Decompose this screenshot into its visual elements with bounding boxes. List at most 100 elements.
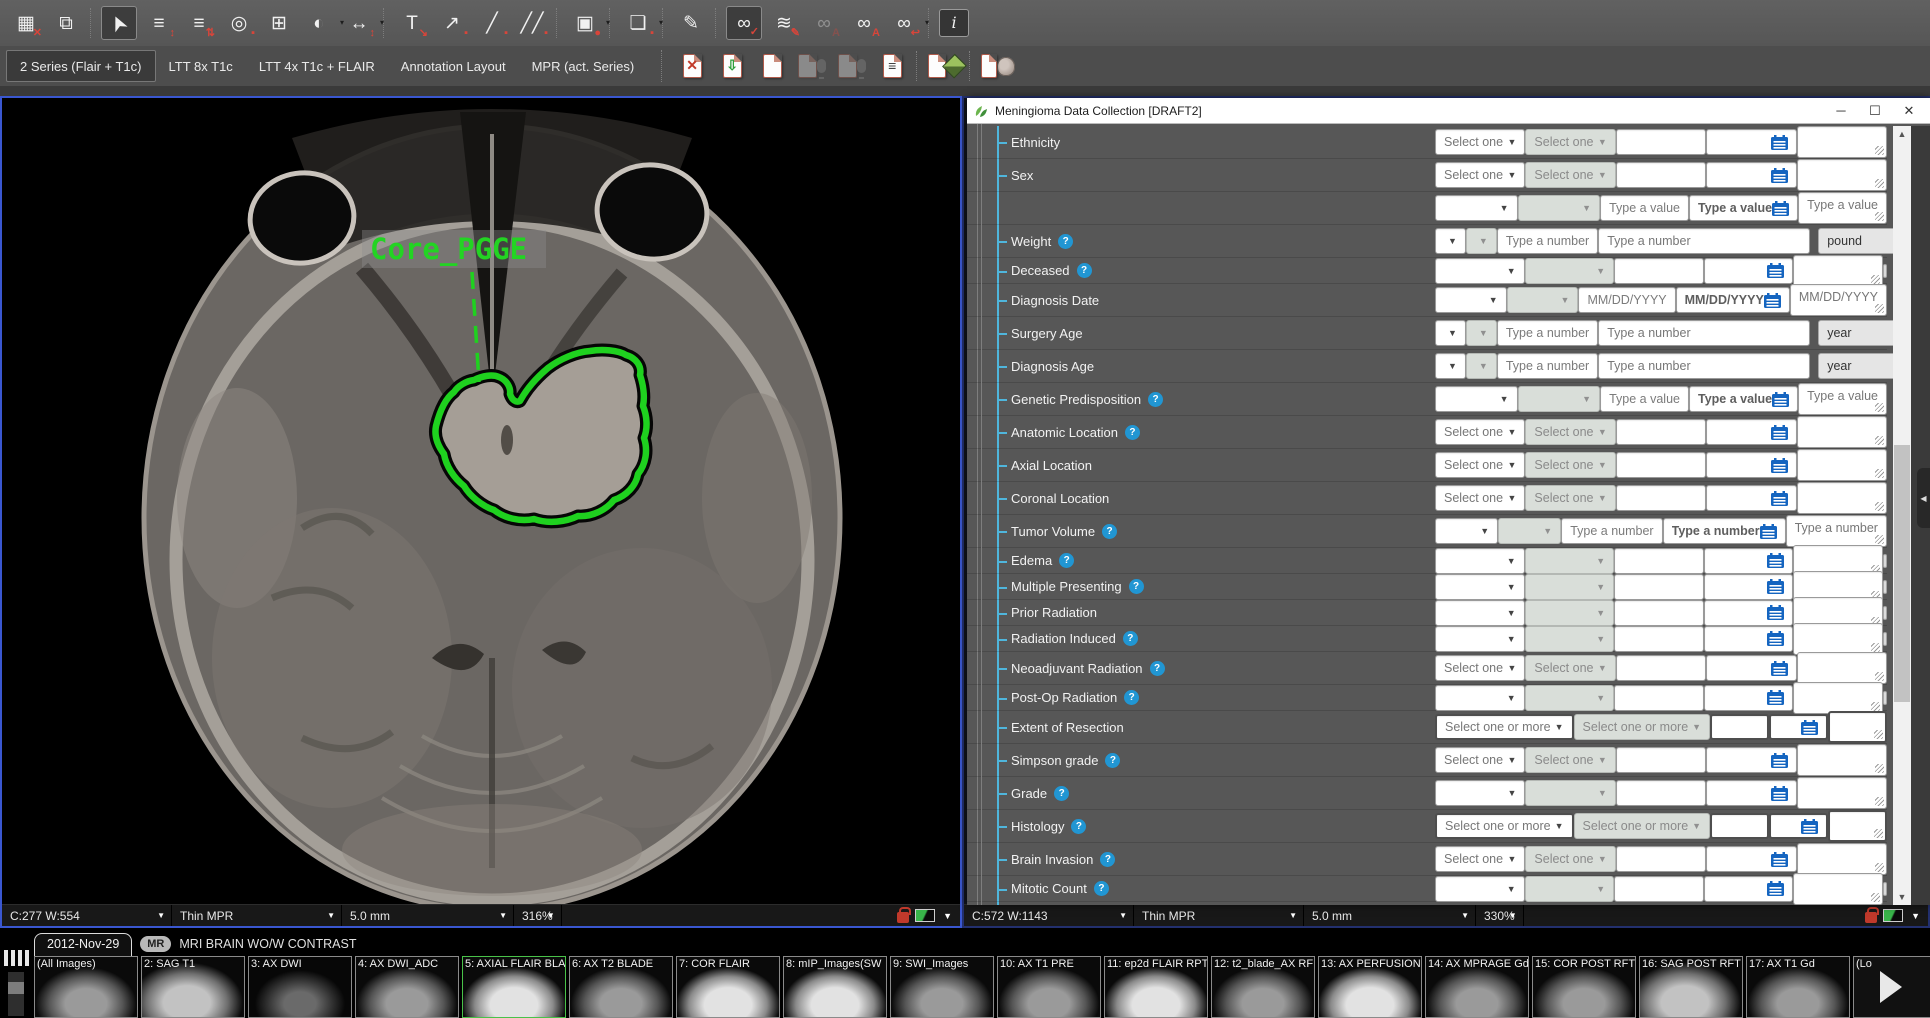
page-stack-tool[interactable]: ≡ ⇅	[181, 6, 217, 40]
text-input[interactable]	[1614, 258, 1704, 284]
select-field[interactable]: Select one▼	[1435, 419, 1525, 445]
calendar-icon[interactable]	[1801, 819, 1818, 834]
calendar-icon[interactable]	[1764, 293, 1781, 308]
help-icon[interactable]: ?	[1105, 753, 1120, 768]
calendar-icon[interactable]	[1767, 881, 1784, 896]
scroll-up-arrow[interactable]: ▲	[1893, 126, 1911, 142]
textarea-input[interactable]: Type a value	[1798, 383, 1887, 415]
pointer-tool[interactable]: ➤	[101, 6, 137, 40]
thumbnail-sag-t1[interactable]: 2: SAG T1	[141, 956, 245, 1018]
brain-icon[interactable]	[981, 50, 1015, 82]
info-button[interactable]: i	[939, 9, 969, 37]
checkbox[interactable]	[1883, 691, 1887, 705]
close-button[interactable]: ✕	[1892, 100, 1926, 122]
report-import-icon[interactable]: ⇩	[715, 50, 749, 82]
help-icon[interactable]: ?	[1094, 881, 1109, 896]
preset-caret-icon[interactable]: ▼	[943, 911, 952, 926]
calendar-icon[interactable]	[1771, 491, 1788, 506]
thumbnail-mip-images[interactable]: 8: mIP_Images(SW	[783, 956, 887, 1018]
resize-grip[interactable]	[1875, 403, 1884, 412]
form-scrollbar[interactable]: ▲ ▼	[1893, 126, 1911, 905]
calendar-icon[interactable]	[1767, 553, 1784, 568]
text-input[interactable]: Type a value	[1600, 386, 1689, 412]
series-scrollbar-thumb[interactable]	[8, 982, 24, 994]
date-input[interactable]	[1706, 780, 1796, 806]
date-input[interactable]	[1704, 626, 1794, 652]
render-mode[interactable]: Thin MPR ▼	[172, 905, 342, 926]
calendar-icon[interactable]	[1771, 786, 1788, 801]
text-input[interactable]	[1616, 780, 1706, 806]
date-input[interactable]	[1769, 714, 1828, 740]
help-icon[interactable]: ?	[1123, 631, 1138, 646]
help-icon[interactable]: ?	[1124, 690, 1139, 705]
calendar-icon[interactable]	[1771, 135, 1788, 150]
date-input[interactable]: Type a number	[1663, 518, 1786, 544]
select-field[interactable]: Select one▼	[1435, 846, 1525, 872]
resize-grip[interactable]	[1871, 275, 1880, 284]
thumbnail-t2-blade-ax[interactable]: 12: t2_blade_AX RF	[1211, 956, 1315, 1018]
textarea-input[interactable]	[1793, 682, 1883, 714]
package-icon[interactable]	[928, 50, 962, 82]
help-icon[interactable]: ?	[1054, 786, 1069, 801]
zoom-level[interactable]: 330% ▼	[1476, 905, 1524, 926]
help-icon[interactable]: ?	[1129, 579, 1144, 594]
select-field[interactable]: ▼	[1435, 876, 1525, 902]
textarea-input[interactable]	[1793, 255, 1883, 287]
resize-grip[interactable]	[1871, 893, 1880, 902]
multi-ruler-tool[interactable]: ╱╱ ▪	[514, 6, 550, 40]
resize-grip[interactable]	[1874, 730, 1883, 739]
thumbnail-swi-images[interactable]: 9: SWI_Images	[890, 956, 994, 1018]
calendar-icon[interactable]	[1767, 605, 1784, 620]
date-input[interactable]	[1704, 876, 1794, 902]
thumbnail-all-images[interactable]: (All Images)	[34, 956, 138, 1018]
textarea-input[interactable]	[1797, 482, 1887, 514]
thumbnail-sag-post-rft[interactable]: 16: SAG POST RFT	[1639, 956, 1743, 1018]
textarea-input[interactable]	[1797, 843, 1887, 875]
help-icon[interactable]: ?	[1059, 553, 1074, 568]
contour-label[interactable]: Core_PGGE	[370, 232, 527, 266]
select-field[interactable]: ▼	[1435, 685, 1525, 711]
resize-grip[interactable]	[1875, 764, 1884, 773]
localizer-tool[interactable]: ◎ ▪	[221, 6, 257, 40]
resize-grip[interactable]	[1875, 797, 1884, 806]
select-field[interactable]: Select one▼	[1435, 452, 1525, 478]
text-input[interactable]	[1616, 655, 1706, 681]
help-icon[interactable]: ?	[1058, 234, 1073, 249]
text-input[interactable]	[1616, 129, 1706, 155]
date-input[interactable]: Type a value	[1689, 386, 1798, 412]
window-level-readout[interactable]: C:277 W:554 ▼	[2, 905, 172, 926]
number-input[interactable]: Type a number	[1598, 228, 1810, 254]
window-level-tool[interactable]: ◐ ▾	[301, 6, 337, 40]
select-field[interactable]: ▼	[1435, 258, 1525, 284]
report-new-icon[interactable]	[755, 50, 789, 82]
pen-contour-tool[interactable]: ✎	[673, 6, 709, 40]
textarea-input[interactable]: MM/DD/YYYY	[1790, 284, 1887, 316]
report-reject-icon[interactable]: ✕	[675, 50, 709, 82]
textarea-input[interactable]	[1793, 623, 1883, 655]
calendar-icon[interactable]	[1767, 631, 1784, 646]
series-grid-close-icon[interactable]: ▦ ✕	[8, 6, 44, 40]
resize-grip[interactable]	[1875, 502, 1884, 511]
text-input[interactable]	[1616, 846, 1706, 872]
pan-zoom-tool[interactable]: ↔ ↕ ▾	[341, 6, 377, 40]
thumbnail-ax-t1-gd[interactable]: 17: AX T1 Gd	[1746, 956, 1850, 1018]
calendar-icon[interactable]	[1760, 524, 1777, 539]
date-input[interactable]	[1706, 419, 1796, 445]
select-field[interactable]: ▼	[1435, 320, 1466, 346]
thumbnail-ax-dwi-adc[interactable]: 4: AX DWI_ADC	[355, 956, 459, 1018]
select-field[interactable]: Select one▼	[1435, 747, 1525, 773]
contour-accept-tool[interactable]: ∞ ✓	[726, 6, 762, 40]
select-field[interactable]: ▼	[1435, 287, 1507, 313]
textarea-input[interactable]	[1797, 449, 1887, 481]
select-field[interactable]: Select one▼	[1435, 485, 1525, 511]
textarea-input[interactable]	[1797, 777, 1887, 809]
date-input[interactable]	[1769, 813, 1828, 839]
resize-grip[interactable]	[1871, 643, 1880, 652]
text-input[interactable]	[1616, 162, 1706, 188]
slice-thickness[interactable]: 5.0 mm ▼	[1304, 905, 1476, 926]
mpr-3d-tool[interactable]: ❏ ▪ ▾	[620, 6, 656, 40]
date-input[interactable]	[1706, 747, 1796, 773]
contour-revert-tool[interactable]: ∞ ↩ ▾	[886, 6, 922, 40]
textarea-input[interactable]	[1828, 711, 1887, 743]
panel-grip-icon[interactable]	[4, 950, 30, 966]
